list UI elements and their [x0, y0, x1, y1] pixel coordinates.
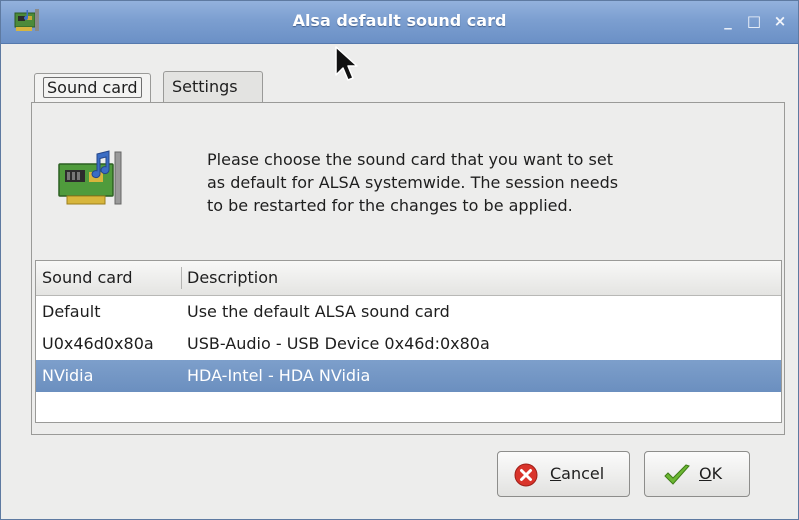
dialog-window: Alsa default sound card _ □ × Sound card…	[0, 0, 799, 520]
cell-sound-card: NVidia	[42, 366, 94, 385]
minimize-button[interactable]: _	[720, 12, 736, 30]
cell-description: USB-Audio - USB Device 0x46d:0x80a	[187, 334, 490, 353]
cancel-label: Cancel	[550, 464, 605, 483]
tab-settings[interactable]: Settings	[163, 71, 263, 103]
cancel-button[interactable]: Cancel	[497, 451, 630, 497]
maximize-button[interactable]: □	[746, 12, 762, 30]
cell-sound-card: Default	[42, 302, 101, 321]
tab-label: Sound card	[43, 77, 142, 98]
window-title: Alsa default sound card	[292, 11, 507, 30]
cancel-icon	[514, 463, 538, 487]
cell-description: Use the default ALSA sound card	[187, 302, 450, 321]
close-button[interactable]: ×	[772, 12, 788, 30]
ok-button[interactable]: OK	[644, 451, 750, 497]
checkmark-icon	[664, 464, 690, 485]
mouse-pointer-icon	[335, 46, 358, 81]
title-bar[interactable]: Alsa default sound card _ □ ×	[1, 1, 798, 44]
intro-line: Please choose the sound card that you wa…	[207, 150, 613, 169]
cell-sound-card: U0x46d0x80a	[42, 334, 154, 353]
list-header: Sound card Description	[36, 261, 781, 296]
table-row-selected[interactable]: NVidia HDA-Intel - HDA NVidia	[36, 360, 781, 392]
sound-card-icon	[58, 150, 122, 205]
table-row[interactable]: U0x46d0x80a USB-Audio - USB Device 0x46d…	[36, 328, 781, 360]
cell-description: HDA-Intel - HDA NVidia	[187, 366, 371, 385]
table-row[interactable]: Default Use the default ALSA sound card	[36, 296, 781, 328]
sound-card-list[interactable]: Sound card Description Default Use the d…	[35, 260, 782, 423]
tab-sound-card[interactable]: Sound card	[34, 73, 151, 103]
column-header-sound-card[interactable]: Sound card	[36, 261, 181, 295]
intro-line: to be restarted for the changes to be ap…	[207, 196, 573, 215]
tab-label: Settings	[172, 77, 238, 96]
intro-text: Please choose the sound card that you wa…	[207, 148, 747, 217]
ok-label: OK	[699, 464, 723, 483]
column-header-description[interactable]: Description	[181, 261, 781, 295]
intro-line: as default for ALSA systemwide. The sess…	[207, 173, 619, 192]
